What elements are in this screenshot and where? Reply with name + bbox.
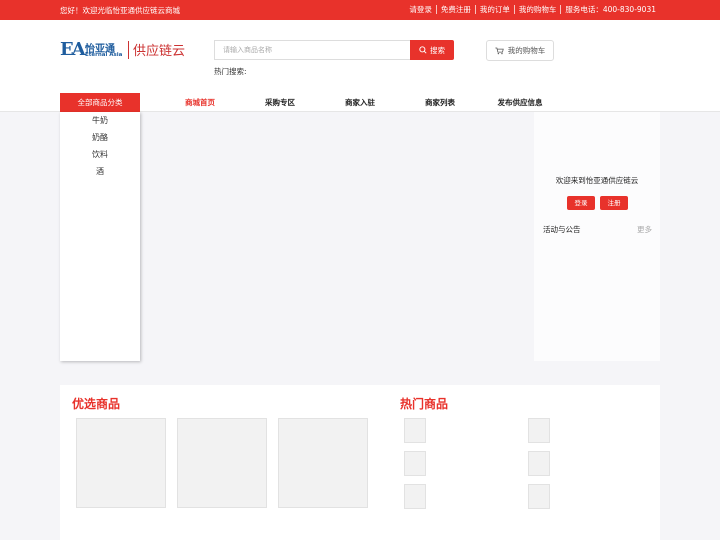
category-item-cheese[interactable]: 奶酪 [60,129,140,146]
category-item-wine[interactable]: 酒 [60,163,140,180]
cart-button[interactable]: 我的购物车 [486,40,554,61]
hot-title: 热门商品 [400,397,449,411]
user-welcome: 欢迎来到怡亚通供应链云 [555,176,639,185]
hot-product-card[interactable] [404,451,426,476]
top-links: 请登录 免费注册 我的订单 我的购物车 服务电话：400-830-9031 [405,5,660,14]
nav-merchant-join[interactable]: 商家入驻 [320,97,400,108]
hot-product-card[interactable] [528,484,550,509]
register-link[interactable]: 免费注册 [435,5,475,14]
notice-more-link[interactable]: 更多 [637,224,652,235]
panel-register-button[interactable]: 注册 [600,196,628,210]
hot-product-card[interactable] [404,484,426,509]
nav-purchase-zone[interactable]: 采购专区 [240,97,320,108]
site-logo[interactable]: EA 怡亚通 Eternal Asia 供应链云 [60,39,190,61]
product-section: 优选商品 热门商品 [60,385,660,540]
my-orders-link[interactable]: 我的订单 [474,5,514,14]
logo-divider [128,41,129,59]
my-cart-link[interactable]: 我的购物车 [513,5,561,14]
search-button-label: 搜索 [430,45,445,55]
welcome-text: 您好！欢迎光临怡亚通供应链云商城 [60,6,180,15]
login-link[interactable]: 请登录 [405,5,436,14]
hot-product-card[interactable] [528,418,550,443]
featured-product-card[interactable] [177,418,267,508]
hot-product-card[interactable] [528,451,550,476]
logo-brand: 供应链云 [133,44,186,59]
category-item-drinks[interactable]: 饮料 [60,146,140,163]
panel-login-button[interactable]: 登录 [567,196,595,210]
search-icon [419,46,427,54]
main-nav: 商城首页 采购专区 商家入驻 商家列表 发布供应信息 [160,97,560,108]
category-panel: 牛奶 奶酪 饮料 酒 [60,112,140,361]
nav-publish-supply[interactable]: 发布供应信息 [480,97,560,108]
service-phone: 服务电话：400-830-9031 [560,5,660,14]
hot-search-label: 热门搜索: [214,67,247,76]
notice-title: 活动与公告 [543,225,581,234]
featured-title: 优选商品 [72,397,121,411]
hot-product-card[interactable] [404,418,426,443]
user-panel: 欢迎来到怡亚通供应链云 登录 注册 活动与公告 更多 [534,112,660,361]
cart-icon [495,47,504,54]
nav-home[interactable]: 商城首页 [160,97,240,108]
search-button[interactable]: 搜索 [410,40,454,60]
featured-product-card[interactable] [278,418,368,508]
category-item-milk[interactable]: 牛奶 [60,112,140,129]
logo-mark: EA [60,39,86,60]
logo-en: Eternal Asia [85,52,123,58]
all-categories-header[interactable]: 全部商品分类 [60,93,140,113]
nav-merchant-list[interactable]: 商家列表 [400,97,480,108]
search-input[interactable]: 请输入商品名称 [214,40,410,60]
top-bar: 您好！欢迎光临怡亚通供应链云商城 请登录 免费注册 我的订单 我的购物车 服务电… [0,0,720,20]
cart-button-label: 我的购物车 [507,46,546,55]
featured-product-card[interactable] [76,418,166,508]
